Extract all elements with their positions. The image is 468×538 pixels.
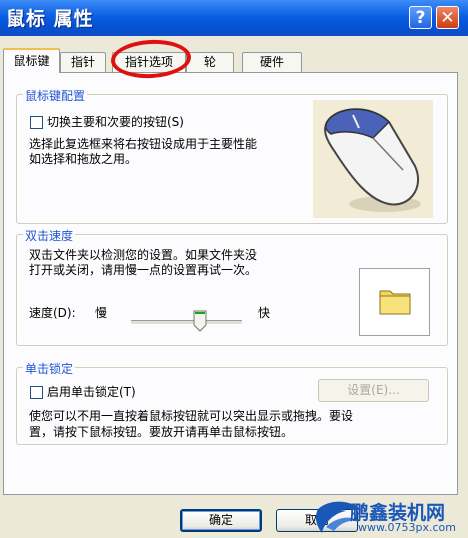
window-title: 鼠标 属性	[6, 8, 94, 30]
button-config-title: 鼠标键配置	[23, 87, 88, 104]
tab-pointers[interactable]: 指针	[60, 52, 106, 72]
double-click-desc-2: 打开或关闭，请用慢一点的设置再试一次。	[29, 263, 258, 277]
slow-label: 慢	[95, 306, 108, 320]
click-lock-title: 单击锁定	[23, 360, 76, 377]
mouse-icon	[324, 108, 421, 212]
speed-slider-track[interactable]	[131, 320, 242, 325]
double-click-title: 双击速度	[23, 227, 76, 244]
click-lock-checkbox[interactable]	[30, 386, 43, 399]
click-lock-desc-1: 使您可以不用一直按着鼠标按钮就可以突出显示或拖拽。要设	[29, 409, 354, 423]
help-button[interactable]: ?	[409, 6, 432, 29]
ok-button[interactable]: 确定	[180, 509, 262, 532]
test-folder[interactable]	[359, 268, 430, 336]
click-lock-label[interactable]: 启用单击锁定(T)	[47, 385, 136, 400]
speed-label: 速度(D):	[29, 306, 76, 320]
mouse-illustration	[313, 100, 433, 218]
close-button[interactable]: ✕	[436, 6, 459, 29]
speed-slider-thumb[interactable]	[193, 310, 207, 332]
fast-label: 快	[258, 306, 271, 320]
click-lock-desc-2: 置，请按下鼠标按钮。要放开请再单击鼠标按钮。	[29, 425, 294, 439]
watermark-url: www.0753px.com	[358, 521, 456, 534]
tab-buttons[interactable]: 鼠标键	[3, 48, 60, 73]
button-config-desc-2: 如选择和拖放之用。	[29, 152, 138, 166]
folder-icon	[379, 290, 411, 315]
button-config-desc-1: 选择此复选框来将右按钮设成用于主要性能	[29, 137, 258, 151]
tab-hardware[interactable]: 硬件	[242, 52, 302, 72]
tab-wheel[interactable]: 轮	[186, 52, 234, 72]
double-click-desc-1: 双击文件夹以检测您的设置。如果文件夹没	[29, 248, 258, 262]
click-lock-settings-button[interactable]: 设置(E)...	[318, 379, 429, 402]
title-bar[interactable]: 鼠标 属性 ? ✕	[0, 0, 468, 36]
switch-buttons-label[interactable]: 切换主要和次要的按钮(S)	[47, 115, 184, 130]
switch-buttons-checkbox[interactable]	[30, 116, 43, 129]
